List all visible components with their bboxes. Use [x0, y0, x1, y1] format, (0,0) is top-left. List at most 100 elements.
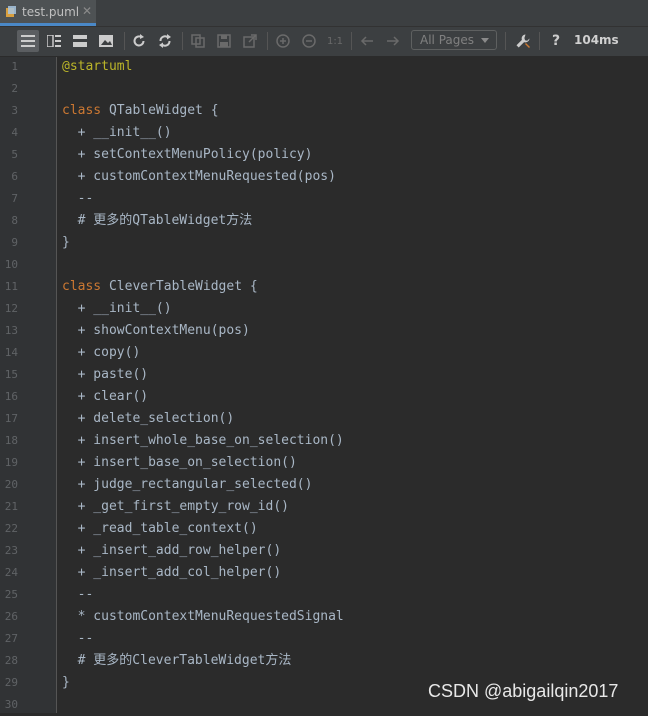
code-line[interactable]: + delete_selection()	[62, 408, 235, 430]
code-text: + _insert_add_col_helper()	[62, 565, 282, 580]
stacked-icon	[73, 35, 87, 47]
code-line[interactable]: class QTableWidget {	[62, 100, 219, 122]
code-line[interactable]: + paste()	[62, 364, 148, 386]
editor-only-view-button[interactable]	[17, 30, 39, 52]
render-time-label: 104ms	[574, 33, 619, 47]
actual-size-button[interactable]: 1:1	[324, 30, 346, 52]
code-text: # 更多的QTableWidget方法	[62, 213, 253, 228]
previous-page-button[interactable]	[356, 30, 378, 52]
line-number: 19	[4, 456, 18, 469]
code-text: + __init__()	[62, 301, 172, 316]
zoom-in-icon	[276, 34, 290, 48]
code-line[interactable]: # 更多的QTableWidget方法	[62, 210, 253, 232]
code-text: CleverTableWidget {	[108, 279, 258, 294]
close-icon[interactable]: ✕	[82, 4, 92, 18]
line-number: 18	[4, 434, 18, 447]
line-number: 15	[4, 368, 18, 381]
preview-toolbar: 1:1 All Pages ? 104ms	[0, 27, 648, 57]
line-number: 27	[4, 632, 18, 645]
code-text: --	[62, 631, 94, 646]
code-editor[interactable]: 1 2 3 4 5 6 7 8 9 10 11 12 13 14 15 16 17 18 19 20 21 22 23 24 2…	[0, 57, 648, 713]
pages-dropdown[interactable]: All Pages	[411, 30, 497, 50]
code-line[interactable]: + _read_table_context()	[62, 518, 258, 540]
refresh-button[interactable]	[128, 30, 150, 52]
code-line[interactable]: + customContextMenuRequested(pos)	[62, 166, 336, 188]
reload-button[interactable]	[154, 30, 176, 52]
code-line[interactable]: # 更多的CleverTableWidget方法	[62, 650, 292, 672]
line-number: 14	[4, 346, 18, 359]
tab-bar: test.puml ✕	[0, 0, 648, 27]
wrench-icon	[516, 34, 530, 48]
line-number: 11	[4, 280, 18, 293]
code-text: + customContextMenuRequested(pos)	[62, 169, 336, 184]
line-number: 1	[11, 60, 18, 73]
image-view-button[interactable]	[95, 30, 117, 52]
line-number: 25	[4, 588, 18, 601]
line-number: 13	[4, 324, 18, 337]
code-line[interactable]: + judge_rectangular_selected()	[62, 474, 313, 496]
code-text: + _read_table_context()	[62, 521, 258, 536]
code-line[interactable]: + setContextMenuPolicy(policy)	[62, 144, 313, 166]
code-text: QTableWidget {	[108, 103, 219, 118]
open-external-button[interactable]	[239, 30, 261, 52]
code-line[interactable]: + clear()	[62, 386, 148, 408]
next-page-button[interactable]	[382, 30, 404, 52]
line-number: 9	[11, 236, 18, 249]
preview-only-view-button[interactable]	[69, 30, 91, 52]
code-line[interactable]: --	[62, 188, 94, 210]
code-line[interactable]: }	[62, 232, 70, 254]
code-line[interactable]: --	[62, 584, 94, 606]
code-line[interactable]: }	[62, 672, 70, 694]
settings-button[interactable]	[512, 30, 534, 52]
code-line[interactable]: --	[62, 628, 94, 650]
tab-test-puml[interactable]: test.puml ✕	[0, 0, 96, 26]
code-line[interactable]: + _insert_add_row_helper()	[62, 540, 282, 562]
arrow-right-icon	[387, 36, 400, 46]
code-line[interactable]: class CleverTableWidget {	[62, 276, 258, 298]
code-text: }	[62, 675, 70, 690]
line-number: 4	[11, 126, 18, 139]
code-line[interactable]: + _insert_add_col_helper()	[62, 562, 282, 584]
code-line[interactable]: + insert_base_on_selection()	[62, 452, 297, 474]
help-button[interactable]: ?	[545, 30, 567, 52]
code-line[interactable]: + __init__()	[62, 298, 172, 320]
tab-label: test.puml	[22, 5, 80, 19]
save-diagram-button[interactable]	[213, 30, 235, 52]
code-text: + showContextMenu(pos)	[62, 323, 250, 338]
zoom-out-button[interactable]	[298, 30, 320, 52]
watermark: CSDN @abigailqin2017	[428, 681, 619, 701]
code-line[interactable]: + copy()	[62, 342, 141, 364]
code-text: * customContextMenuRequestedSignal	[62, 609, 344, 624]
zoom-in-button[interactable]	[272, 30, 294, 52]
copy-diagram-button[interactable]	[187, 30, 209, 52]
code-text: + insert_whole_base_on_selection()	[62, 433, 344, 448]
code-text: --	[62, 191, 94, 206]
keyword: class	[62, 279, 102, 294]
reload-icon	[159, 34, 171, 48]
toolbar-separator	[124, 32, 125, 50]
split-icon	[47, 35, 61, 47]
line-number: 16	[4, 390, 18, 403]
arrow-left-icon	[360, 36, 373, 46]
split-view-button[interactable]	[43, 30, 65, 52]
line-number: 8	[11, 214, 18, 227]
code-text: + insert_base_on_selection()	[62, 455, 297, 470]
code-line[interactable]: @startuml	[62, 56, 132, 78]
line-number: 7	[11, 192, 18, 205]
external-link-icon	[243, 34, 257, 48]
line-number: 29	[4, 676, 18, 689]
zoom-out-icon	[302, 34, 316, 48]
toolbar-separator	[351, 32, 352, 50]
code-line[interactable]: + insert_whole_base_on_selection()	[62, 430, 344, 452]
line-number-gutter: 1 2 3 4 5 6 7 8 9 10 11 12 13 14 15 16 17 18 19 20 21 22 23 24 2…	[0, 57, 57, 713]
line-number: 6	[11, 170, 18, 183]
code-line[interactable]: + __init__()	[62, 122, 172, 144]
code-text: }	[62, 235, 70, 250]
code-text: + _get_first_empty_row_id()	[62, 499, 289, 514]
code-text: + paste()	[62, 367, 149, 382]
code-line[interactable]: + showContextMenu(pos)	[62, 320, 250, 342]
code-text: # 更多的CleverTableWidget方法	[62, 653, 292, 668]
code-line[interactable]: + _get_first_empty_row_id()	[62, 496, 289, 518]
code-line[interactable]: * customContextMenuRequestedSignal	[62, 606, 344, 628]
code-text: --	[62, 587, 94, 602]
